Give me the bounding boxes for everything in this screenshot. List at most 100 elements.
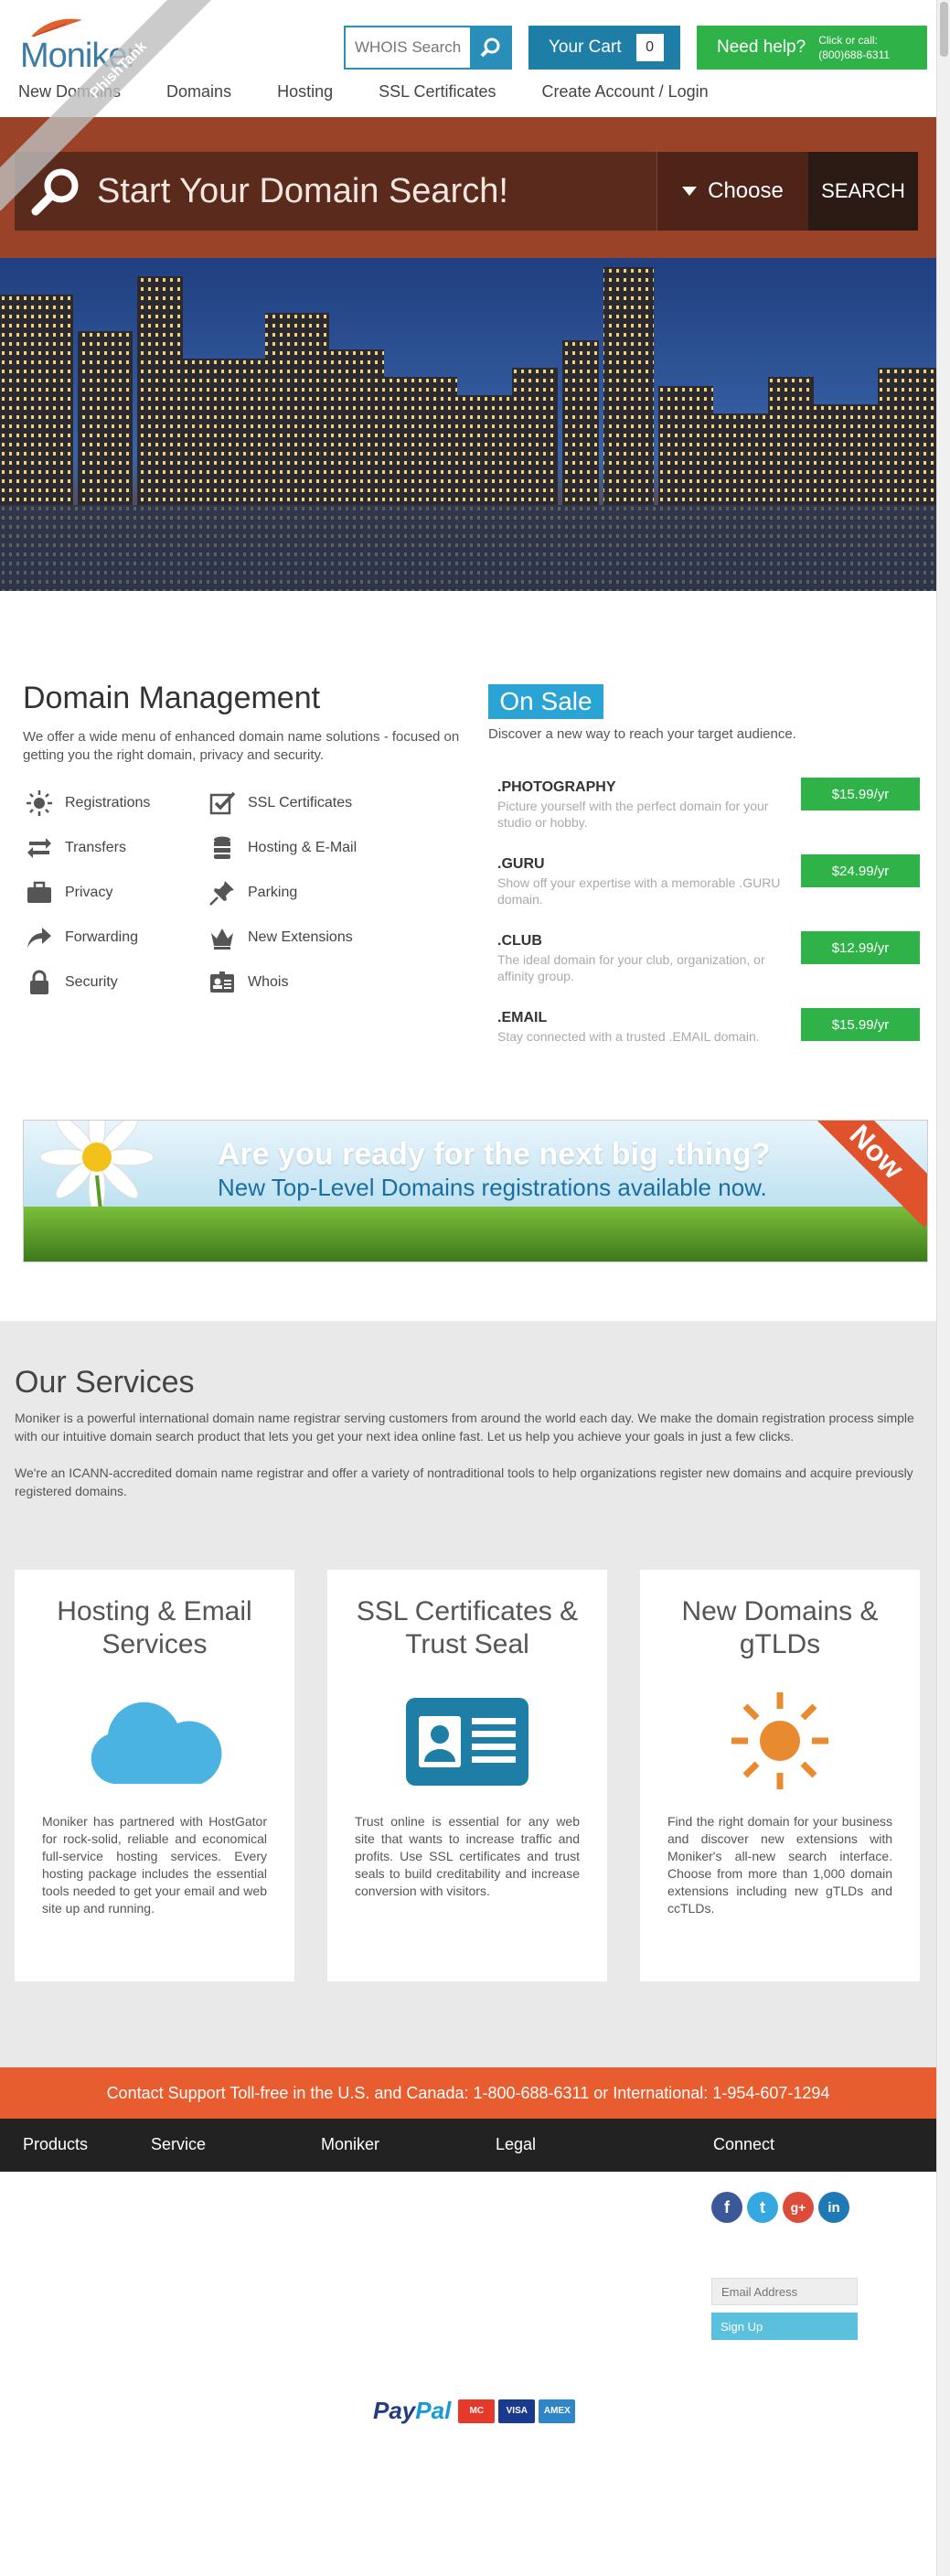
service-card-title: SSL Certificates & Trust Seal — [356, 1596, 579, 1659]
search-icon — [480, 38, 500, 58]
choose-label: Choose — [708, 178, 784, 203]
on-sale-badge: On Sale — [488, 684, 603, 719]
feature-label: Forwarding — [65, 929, 139, 945]
help-label: Need help? — [717, 38, 806, 57]
id-card-icon — [327, 1698, 607, 1786]
sale-item-club: .CLUB The ideal domain for your club, or… — [497, 931, 920, 984]
service-card-text: Trust online is essential for any web si… — [355, 1814, 580, 1898]
domain-management-description: We offer a wide menu of enhanced domain … — [23, 729, 460, 763]
domain-management-title: Domain Management — [23, 681, 321, 715]
feature-label: Security — [65, 974, 118, 990]
sale-price-button[interactable]: $12.99/yr — [801, 931, 920, 964]
service-card-title: Hosting & Email Services — [57, 1596, 252, 1659]
nav-item-domains[interactable]: Domains — [166, 82, 231, 102]
tld-choose-dropdown[interactable]: Choose — [656, 152, 808, 231]
service-card-title: New Domains & gTLDs — [681, 1596, 879, 1659]
database-icon — [206, 832, 239, 864]
sale-price-button[interactable]: $24.99/yr — [801, 854, 920, 887]
briefcase-icon — [23, 876, 56, 909]
feature-label: Hosting & E-Mail — [248, 840, 358, 855]
service-card-hosting[interactable]: Hosting & Email Services Moniker has par… — [15, 1570, 294, 1981]
feature-security[interactable]: Security — [23, 966, 118, 999]
payment-logos: PayPal MC VISA AMEX — [373, 2397, 579, 2425]
feature-label: Transfers — [65, 840, 126, 855]
sale-price-button[interactable]: $15.99/yr — [801, 778, 920, 810]
newsletter-email-input[interactable] — [711, 2278, 858, 2305]
help-phone: (800)688-6311 — [818, 48, 891, 61]
sale-price-button[interactable]: $15.99/yr — [801, 1008, 920, 1041]
footer-nav: Products Service Moniker Legal Connect — [0, 2119, 936, 2172]
feature-whois[interactable]: Whois — [206, 966, 288, 999]
our-services-title: Our Services — [15, 1365, 195, 1400]
facebook-icon[interactable]: f — [711, 2192, 742, 2223]
nav-item-hosting[interactable]: Hosting — [277, 82, 333, 102]
feature-label: Parking — [248, 885, 298, 900]
caret-down-icon — [682, 187, 698, 196]
sale-item-email: .EMAIL Stay connected with a trusted .EM… — [497, 1008, 920, 1045]
feature-new-extensions[interactable]: New Extensions — [206, 921, 353, 954]
feature-parking[interactable]: Parking — [206, 876, 297, 909]
help-button[interactable]: Need help? Click or call: (800)688-6311 — [697, 26, 927, 70]
cart-count: 0 — [635, 34, 664, 61]
support-bar: Contact Support Toll-free in the U.S. an… — [0, 2067, 936, 2119]
domain-search-button[interactable]: SEARCH — [808, 152, 918, 231]
forward-arrow-icon — [23, 921, 56, 954]
domain-search-box: Start Your Domain Search! Choose SEARCH — [15, 152, 918, 231]
whois-search-button[interactable] — [470, 27, 510, 68]
linkedin-icon[interactable]: in — [818, 2192, 849, 2223]
lock-icon — [23, 966, 56, 999]
sun-icon — [640, 1692, 920, 1791]
visa-icon: VISA — [498, 2399, 536, 2423]
paypal-pay: Pay — [373, 2397, 416, 2424]
page: Moniker Your Cart 0 Need help? Click or … — [0, 0, 936, 2576]
service-card-text: Find the right domain for your business … — [667, 1814, 892, 1916]
hero-search-band: Start Your Domain Search! Choose SEARCH — [0, 117, 936, 258]
crown-icon — [206, 921, 239, 954]
feature-forwarding[interactable]: Forwarding — [23, 921, 138, 954]
feature-label: Privacy — [65, 885, 113, 900]
amex-icon: AMEX — [539, 2399, 576, 2423]
service-card-text: Moniker has partnered with HostGator for… — [42, 1814, 267, 1916]
id-card-icon — [206, 966, 239, 999]
feature-hosting-email[interactable]: Hosting & E-Mail — [206, 832, 357, 864]
cart-button[interactable]: Your Cart 0 — [528, 26, 680, 70]
nav-item-account[interactable]: Create Account / Login — [542, 82, 709, 102]
our-services-intro: Moniker is a powerful international doma… — [15, 1411, 914, 1444]
whois-search-input[interactable] — [346, 27, 470, 68]
sun-icon — [23, 787, 56, 820]
twitter-icon[interactable]: t — [747, 2192, 778, 2223]
service-card-ssl[interactable]: SSL Certificates & Trust Seal Trust onli… — [327, 1570, 607, 1981]
feature-label: Whois — [248, 974, 289, 990]
social-links: f t g+ in — [711, 2192, 854, 2223]
feature-ssl[interactable]: SSL Certificates — [206, 787, 352, 820]
newsletter-signup-button[interactable]: Sign Up — [711, 2313, 858, 2340]
city-skyline-image — [0, 258, 936, 591]
banner-subheadline: New Top-Level Domains registrations avai… — [218, 1174, 767, 1201]
mastercard-icon: MC — [458, 2399, 496, 2423]
feature-transfers[interactable]: Transfers — [23, 832, 126, 864]
domain-search-input[interactable]: Start Your Domain Search! — [97, 152, 656, 231]
sale-desc: Picture yourself with the perfect domain… — [497, 799, 769, 830]
footer-nav-legal[interactable]: Legal — [496, 2135, 536, 2154]
footer-nav-connect[interactable]: Connect — [713, 2135, 774, 2154]
nav-item-ssl[interactable]: SSL Certificates — [379, 82, 496, 102]
new-tld-banner[interactable]: Are you ready for the next big .thing? N… — [23, 1120, 928, 1262]
footer-nav-service[interactable]: Service — [151, 2135, 206, 2154]
feature-privacy[interactable]: Privacy — [23, 876, 112, 909]
footer-nav-moniker[interactable]: Moniker — [321, 2135, 379, 2154]
pushpin-icon — [206, 876, 239, 909]
whois-search — [344, 26, 512, 70]
sale-item-photography: .PHOTOGRAPHY Picture yourself with the p… — [497, 778, 920, 831]
scrollbar-thumb[interactable] — [940, 2, 948, 57]
checkbox-icon — [206, 787, 239, 820]
scrollbar[interactable] — [936, 0, 950, 2576]
footer-nav-products[interactable]: Products — [23, 2135, 88, 2154]
sale-desc: Show off your expertise with a memorable… — [497, 875, 781, 907]
on-sale-description: Discover a new way to reach your target … — [488, 726, 796, 742]
feature-label: New Extensions — [248, 929, 353, 945]
feature-registrations[interactable]: Registrations — [23, 787, 150, 820]
feature-label: SSL Certificates — [248, 795, 353, 810]
feature-label: Registrations — [65, 795, 151, 810]
google-plus-icon[interactable]: g+ — [783, 2192, 814, 2223]
service-card-new-domains[interactable]: New Domains & gTLDs Find the right domai… — [640, 1570, 920, 1981]
